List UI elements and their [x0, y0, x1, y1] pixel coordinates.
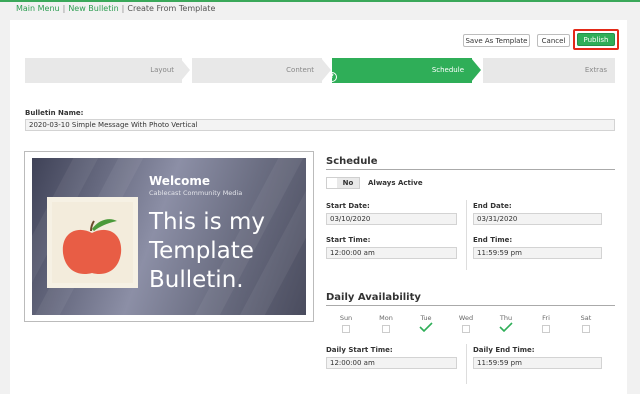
daily-start-time-label: Daily Start Time: [326, 346, 393, 354]
preview-line: Bulletin. [149, 267, 244, 293]
toggle-value: No [337, 178, 359, 188]
day-label-fri: Fri [542, 314, 550, 322]
sun-checkbox[interactable] [342, 325, 350, 333]
wizard-divider [471, 58, 481, 82]
bulletin-preview: Welcome Cablecast Community Media This i… [24, 151, 314, 322]
start-date-label: Start Date: [326, 202, 370, 210]
wizard-step-schedule[interactable]: Schedule [332, 58, 472, 83]
day-label-mon: Mon [379, 314, 393, 322]
breadcrumb: Main Menu | New Bulletin | Create From Templ… [16, 4, 215, 13]
breadcrumb-separator: | [121, 4, 125, 13]
wizard-step-label: Extras [584, 66, 607, 74]
apple-icon [52, 202, 133, 283]
wed-checkbox[interactable] [462, 325, 470, 333]
day-label-thu: Thu [499, 314, 513, 322]
bulletin-name-label: Bulletin Name: [25, 109, 84, 117]
breadcrumb-new-bulletin[interactable]: New Bulletin [68, 4, 118, 13]
daily-start-time-input[interactable]: 12:00:00 am [326, 357, 457, 369]
end-time-label: End Time: [473, 236, 513, 244]
mon-checkbox[interactable] [382, 325, 390, 333]
wizard-steps: Layout Content Schedule ? Extras [25, 58, 615, 83]
availability-divider [326, 305, 615, 306]
wizard-divider [180, 58, 190, 82]
preview-photo [47, 197, 138, 288]
wizard-step-layout[interactable]: Layout [25, 58, 182, 83]
preview-welcome: Welcome [149, 174, 211, 188]
sat-checkbox[interactable] [582, 325, 590, 333]
daily-end-time-input[interactable]: 11:59:59 pm [473, 357, 602, 369]
cancel-button[interactable]: Cancel [537, 34, 570, 47]
wizard-step-extras[interactable]: Extras [483, 58, 615, 83]
start-time-input[interactable]: 12:00:00 am [326, 247, 457, 259]
always-active-label: Always Active [368, 179, 423, 187]
breadcrumb-separator: | [62, 4, 66, 13]
daily-end-time-label: Daily End Time: [473, 346, 535, 354]
day-label-tue: Tue [420, 314, 432, 322]
end-date-input[interactable]: 03/31/2020 [473, 213, 602, 225]
preview-canvas: Welcome Cablecast Community Media This i… [32, 158, 306, 315]
day-label-sat: Sat [580, 314, 592, 322]
fri-checkbox[interactable] [542, 325, 550, 333]
save-as-template-button[interactable]: Save As Template [463, 34, 530, 47]
day-label-wed: Wed [458, 314, 474, 322]
daily-availability-heading: Daily Availability [326, 292, 421, 303]
wizard-step-label: Content [286, 66, 314, 74]
schedule-heading: Schedule [326, 156, 378, 167]
preview-line: Template [149, 238, 254, 264]
wizard-step-content[interactable]: Content [192, 58, 322, 83]
top-accent-line [0, 0, 640, 2]
tue-checkmark-icon[interactable] [419, 322, 433, 332]
breadcrumb-current: Create From Template [127, 4, 216, 13]
preview-line: This is my [149, 209, 266, 235]
start-time-label: Start Time: [326, 236, 371, 244]
column-divider [466, 200, 467, 270]
bulletin-name-input[interactable]: 2020-03-10 Simple Message With Photo Ver… [25, 119, 615, 131]
end-time-input[interactable]: 11:59:59 pm [473, 247, 602, 259]
always-active-toggle[interactable]: No [326, 177, 360, 189]
wizard-step-label: Layout [150, 66, 174, 74]
schedule-divider [326, 169, 615, 170]
thu-checkmark-icon[interactable] [499, 322, 513, 332]
preview-station-name: Cablecast Community Media [149, 189, 243, 197]
main-panel: Save As Template Cancel Publish Layout C… [10, 20, 627, 394]
help-icon[interactable]: ? [327, 72, 337, 82]
start-date-input[interactable]: 03/10/2020 [326, 213, 457, 225]
end-date-label: End Date: [473, 202, 512, 210]
breadcrumb-main-menu[interactable]: Main Menu [16, 4, 60, 13]
day-label-sun: Sun [339, 314, 353, 322]
wizard-step-label: Schedule [431, 66, 464, 74]
column-divider [466, 344, 467, 384]
publish-button[interactable]: Publish [577, 33, 615, 46]
